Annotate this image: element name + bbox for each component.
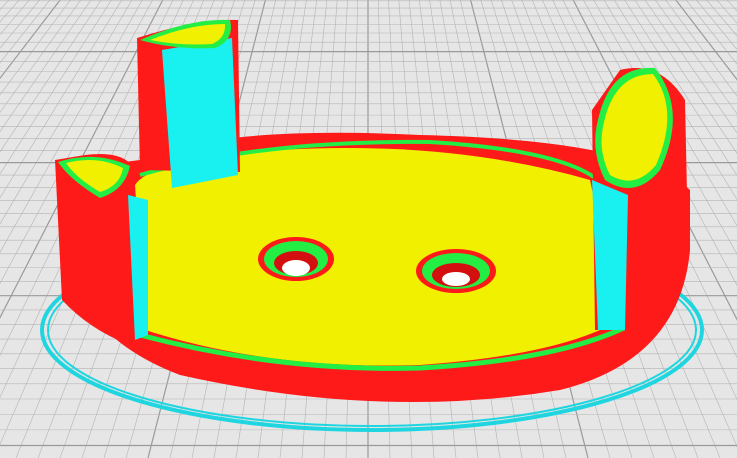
grid-line bbox=[691, 0, 737, 458]
screw-hole-right bbox=[416, 249, 496, 293]
grid-line bbox=[0, 0, 29, 458]
grid-line bbox=[0, 0, 6, 458]
grid-line bbox=[0, 0, 22, 458]
build-plate-scene[interactable] bbox=[0, 0, 737, 458]
grid-line bbox=[722, 0, 737, 458]
3d-preview-viewport[interactable] bbox=[0, 0, 737, 458]
grid-line bbox=[715, 0, 737, 458]
grid-line bbox=[0, 0, 60, 458]
grid-line bbox=[730, 0, 737, 458]
screw-hole-left bbox=[258, 237, 334, 281]
grid-line bbox=[0, 0, 68, 458]
post-back-left bbox=[137, 19, 240, 188]
post-front-left bbox=[55, 154, 148, 345]
